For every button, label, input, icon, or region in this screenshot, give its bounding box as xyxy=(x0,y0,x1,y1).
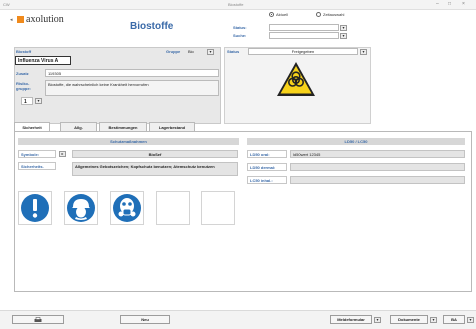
dokumente-dropdown-icon[interactable]: ▾ xyxy=(430,317,437,323)
minimize-icon[interactable]: – xyxy=(436,1,439,7)
status-dropdown-icon[interactable]: ▾ xyxy=(360,49,367,55)
maximize-icon[interactable]: □ xyxy=(448,1,451,7)
symbole-picker-icon[interactable]: ▸ xyxy=(59,151,66,157)
tab-allg[interactable]: Allg. xyxy=(60,122,97,131)
page-title: Biostoffe xyxy=(130,21,174,32)
risikogruppe-label: Risiko-gruppe: xyxy=(16,81,31,91)
ld50-oral-label: LD50 oral: xyxy=(247,150,287,158)
search-dropdown-icon[interactable]: ▾ xyxy=(340,33,347,39)
dokumente-button[interactable]: Dokumente xyxy=(390,315,428,324)
status-filter-label: Status: xyxy=(233,25,247,30)
logo-mark xyxy=(17,16,24,23)
radio-zeitauswahl-dot[interactable] xyxy=(316,12,321,17)
logo-text: axolution xyxy=(26,14,64,25)
status-label: Status xyxy=(227,49,240,54)
biostoff-label: Biostoff xyxy=(16,49,32,54)
radio-zeitauswahl-label: Zeitauswahl xyxy=(323,12,345,17)
pictogram-slot-3[interactable] xyxy=(110,191,144,225)
neu-button[interactable]: Neu xyxy=(120,315,170,324)
exclamation-icon xyxy=(21,194,49,222)
lc50-inhal-label: LC50 inhal.: xyxy=(247,176,287,184)
radio-aktuell-label: Aktuell xyxy=(276,12,289,17)
tab-bestimmungen[interactable]: Bestimmungen xyxy=(99,122,147,131)
ld50-oral-field[interactable]: ld50wert 12345 xyxy=(290,150,465,158)
ba-dropdown-icon[interactable]: ▾ xyxy=(467,317,474,323)
head-protection-icon xyxy=(67,194,95,222)
window-titlebar: CW Biostoffe – □ × xyxy=(0,0,476,10)
zusatz-field[interactable]: 119305 xyxy=(45,69,219,77)
meldeformular-dropdown-icon[interactable]: ▾ xyxy=(374,317,381,323)
pictogram-slot-4[interactable] xyxy=(156,191,190,225)
symbole-value: BioSef xyxy=(72,150,238,158)
schutzmassnahmen-header: Schutzmaßnahmen xyxy=(18,138,239,145)
zusatz-label: Zusatz xyxy=(16,71,29,76)
search-input[interactable] xyxy=(269,32,339,39)
status-filter-dropdown-icon[interactable]: ▾ xyxy=(340,25,347,31)
sicherheits-label: Sicherheits. xyxy=(18,162,56,170)
print-button[interactable] xyxy=(12,315,64,324)
ba-button[interactable]: BA xyxy=(443,315,465,324)
gruppe-dropdown-icon[interactable]: ▾ xyxy=(207,49,214,55)
radio-aktuell-dot[interactable] xyxy=(269,12,274,17)
window-title: Biostoffe xyxy=(228,2,244,7)
radio-aktuell[interactable]: Aktuell xyxy=(269,12,288,17)
meldeformular-button[interactable]: Meldeformular xyxy=(330,315,372,324)
close-icon[interactable]: × xyxy=(462,1,465,7)
printer-icon xyxy=(34,316,42,322)
gruppe-value: Bio xyxy=(188,49,194,54)
biohazard-warning-icon xyxy=(277,62,315,96)
status-select[interactable]: Freigegeben xyxy=(248,48,358,55)
pictogram-slot-5[interactable] xyxy=(201,191,235,225)
ld50-dermal-field[interactable] xyxy=(290,163,465,171)
back-arrow-icon[interactable]: ◂ xyxy=(10,17,13,23)
lc50-inhal-field[interactable] xyxy=(290,176,465,184)
sicherheits-value: Allgemeines Gebotszeichen; Kopfschutz be… xyxy=(72,162,238,176)
ld50-header: LD50 / LC50 xyxy=(247,138,465,145)
risikogruppe-description: Biostoffe, die wahrscheinlich keine Kran… xyxy=(45,80,219,96)
risikogruppe-value[interactable]: 1 xyxy=(21,97,33,105)
app-label: CW xyxy=(3,2,10,7)
suche-label: Suche: xyxy=(233,33,247,38)
symbole-label: Symbole: xyxy=(18,150,56,158)
ld50-dermal-label: LD50 dermal: xyxy=(247,163,287,171)
tab-lagerbestand[interactable]: Lagerbestand xyxy=(149,122,195,131)
gruppe-label: Gruppe xyxy=(166,49,181,54)
radio-zeitauswahl[interactable]: Zeitauswahl xyxy=(316,12,344,17)
status-filter-select[interactable] xyxy=(269,24,339,31)
risikogruppe-dropdown-icon[interactable]: ▾ xyxy=(35,98,42,104)
respirator-icon xyxy=(113,194,141,222)
pictogram-slot-2[interactable] xyxy=(64,191,98,225)
pictogram-slot-1[interactable] xyxy=(18,191,52,225)
biostoff-name-field[interactable]: Influenza Virus A xyxy=(15,56,71,65)
